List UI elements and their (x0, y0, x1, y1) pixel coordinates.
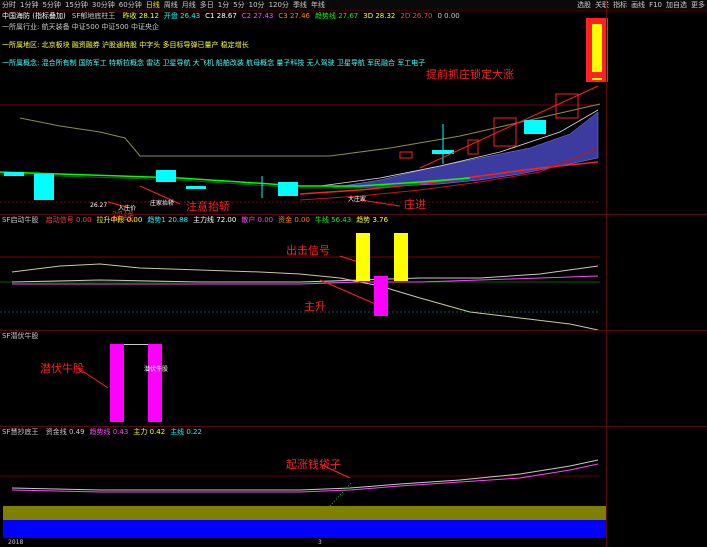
period-5m[interactable]: 5分 (231, 0, 246, 10)
info-industry: 一所属行业: 航天装备 中证500 中证500 中证央企 (2, 23, 159, 31)
period-1min[interactable]: 1分钟 (18, 0, 40, 10)
panel2-values: 启动信号 0.00 拉升中段 0.00 趋势1 20.88 主力线 72.00 散户 0… (41, 216, 388, 224)
main-panel-header: 中国海防 (指标叠加) SF郁地底柱王 昨收 28.12 开盘 26.43 C1 2… (2, 11, 460, 21)
period-1m[interactable]: 1分 (216, 0, 231, 10)
candle (34, 174, 54, 200)
toolbar-more-button[interactable]: 更多 (689, 0, 707, 10)
main-value-3: C2 27.43 (241, 12, 274, 20)
panel2-signal-bar-left (356, 233, 370, 281)
panel2-value-7: 趋势 3.76 (356, 216, 389, 224)
main-value-2: C1 28.67 (205, 12, 237, 20)
main-kline-chart[interactable] (0, 68, 707, 214)
bottom-olive-bar (3, 506, 606, 520)
period-season[interactable]: 季线 (291, 0, 309, 10)
panel2-chart[interactable] (0, 226, 707, 330)
main-value-1: 开盘 26.43 (163, 12, 201, 20)
panel2-value-5: 资金 0.00 (278, 216, 310, 224)
small-price-label: 26.27 (90, 202, 108, 209)
candle (4, 172, 24, 176)
panel4-label: 起涨钱袋子 (286, 458, 341, 471)
period-day[interactable]: 日线 (144, 0, 162, 10)
annotation-main-force: 庄进 (404, 198, 426, 211)
candle (524, 120, 546, 134)
toolbar-select-button[interactable]: 选股 (575, 0, 593, 10)
toolbar-indicator-button[interactable]: 指标 (611, 0, 629, 10)
main-value-4: C3 27.46 (278, 12, 310, 20)
small-entry-label: 入庄价 (118, 205, 137, 212)
panel2-header: SF启动牛股 启动信号 0.00 拉升中段 0.00 趋势1 20.88 主力线 72… (2, 216, 388, 225)
period-year[interactable]: 年线 (309, 0, 327, 10)
main-value-0: 昨收 28.12 (122, 12, 159, 20)
panel3-chart (77, 367, 109, 389)
panel4-value-0: 资金线 0.49 (45, 428, 85, 436)
panel2-value-4: 散户 0.00 (241, 216, 274, 224)
panel4-value-1: 趋势线 0.43 (89, 428, 129, 436)
panel4-separator (0, 426, 707, 427)
panel2-value-1: 拉升中段 0.00 (96, 216, 143, 224)
period-5min[interactable]: 5分钟 (40, 0, 62, 10)
period-15min[interactable]: 15分钟 (63, 0, 90, 10)
period-120m[interactable]: 120分 (267, 0, 291, 10)
panel4-values: 资金线 0.49 趋势线 0.43 主力 0.42 主线 0.22 (41, 428, 202, 436)
panel3-separator (0, 330, 707, 331)
date-right: 3 (318, 539, 322, 546)
panel2-title[interactable]: SF启动牛股 (2, 216, 38, 224)
period-week[interactable]: 周线 (162, 0, 180, 10)
period-month[interactable]: 月线 (180, 0, 198, 10)
main-value-7: 2D 26.70 (400, 12, 433, 20)
period-fenshi[interactable]: 分时 (0, 0, 18, 10)
period-30min[interactable]: 30分钟 (90, 0, 117, 10)
annotation-mid-left: 注意抬轿 (186, 200, 230, 213)
main-value-8: 0 0.00 (437, 12, 460, 20)
toolbar-draw-button[interactable]: 画线 (629, 0, 647, 10)
annotation-top-right: 提前抓庄锁定大涨 (426, 68, 514, 81)
panel2-value-0: 启动信号 0.00 (45, 216, 92, 224)
right-toolbar: 选股 关联 指标 画线 F10 加自选 更多 (575, 0, 707, 10)
info-region: 一所属地区: 北京板块 融资融券 沪股通持股 中字头 多目标导弹已量产 稳定增长 (2, 41, 249, 49)
bottom-blue-bar (3, 520, 606, 538)
panel2-rise-label: 主升 (304, 300, 326, 313)
main-value-5: 趋势线 27.67 (315, 12, 359, 20)
panel2-signal-bar-right (394, 233, 408, 281)
panel2-value-3: 主力线 72.00 (193, 216, 237, 224)
toolbar-f10-button[interactable]: F10 (647, 0, 664, 10)
stock-name: 中国海防 (指标叠加) (2, 12, 66, 20)
small-zhu-label: 庄家抬轿 (150, 200, 175, 207)
period-multiday[interactable]: 多日 (198, 0, 216, 10)
main-indicator-name[interactable]: SF郁地底柱王 (72, 12, 115, 20)
panel2-value-2: 趋势1 20.88 (147, 216, 189, 224)
small-dai-label: 大庄家 (348, 196, 367, 203)
panel4-value-3: 主线 0.22 (170, 428, 202, 436)
toolbar-add-fav-button[interactable]: 加自选 (664, 0, 689, 10)
toolbar-related-button[interactable]: 关联 (593, 0, 611, 10)
candle (186, 186, 206, 189)
panel2-signal-label: 出击信号 (286, 244, 330, 257)
top-signal-bar (586, 18, 608, 78)
panel4-header: SF慧抄底王 资金线 0.49 趋势线 0.43 主力 0.42 主线 0.22 (2, 428, 202, 437)
main-indicator-values: 昨收 28.12 开盘 26.43 C1 28.67 C2 27.43 C3 27.46… (118, 12, 460, 20)
period-60min[interactable]: 60分钟 (117, 0, 144, 10)
main-value-6: 3D 28.32 (363, 12, 396, 20)
panel2-separator (0, 214, 707, 215)
panel2-value-6: 牛线 56.43 (314, 216, 352, 224)
candle (278, 182, 298, 196)
candle (399, 151, 413, 159)
panel2-rise-bar (374, 276, 388, 316)
candle (156, 170, 176, 182)
panel4-value-2: 主力 0.42 (133, 428, 166, 436)
date-left: 2018 (8, 539, 24, 546)
panel4-title[interactable]: SF慧抄底王 (2, 428, 38, 436)
period-10m[interactable]: 10分 (247, 0, 267, 10)
right-divider (606, 0, 607, 547)
panel4-chart[interactable] (0, 438, 707, 506)
candle (555, 93, 579, 119)
